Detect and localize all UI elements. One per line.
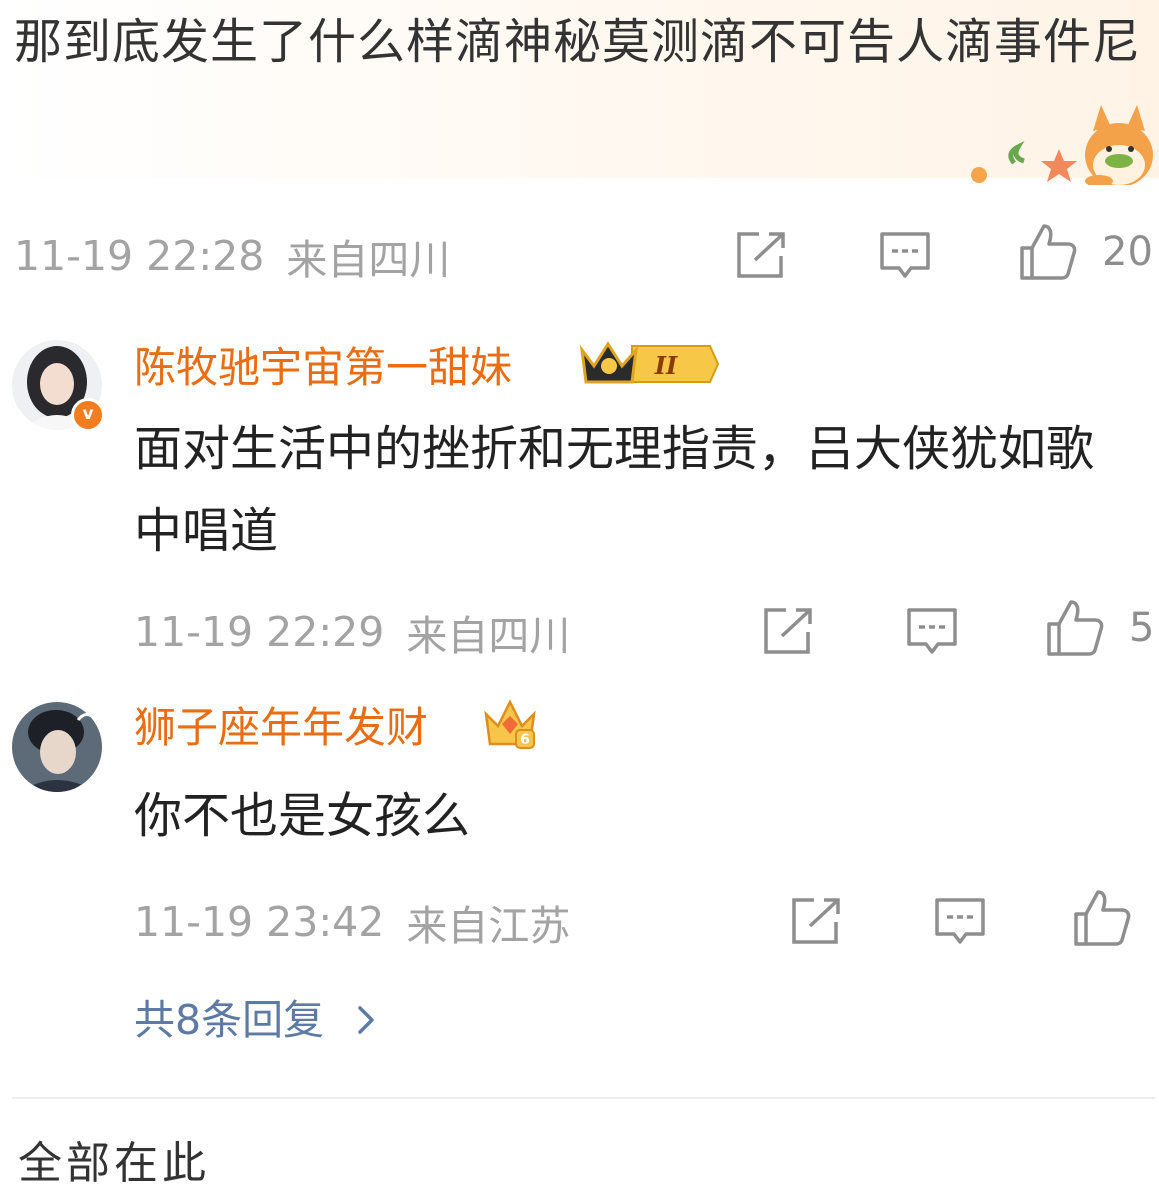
avatar-image — [12, 702, 102, 792]
crown-badge-icon: II — [578, 336, 720, 392]
share-icon — [737, 232, 785, 278]
chevron-right-icon — [358, 1006, 374, 1034]
comment-timestamp: 11-19 23:42 — [134, 898, 385, 946]
section-heading-partial: 全部在此 — [18, 1138, 210, 1189]
comment-icon — [935, 898, 985, 944]
post-comment-button[interactable] — [878, 230, 932, 282]
comment-text: 你不也是女孩么 — [134, 788, 471, 844]
comment-username[interactable]: 陈牧驰宇宙第一甜妹 — [134, 338, 512, 398]
comment-text: 面对生活中的挫折和无理指责，吕大侠犹如歌中唱道 — [134, 421, 1095, 559]
comment-icon — [907, 608, 957, 654]
like-icon — [1047, 600, 1104, 656]
view-replies-link[interactable]: 共8条回复 — [134, 990, 386, 1050]
post-share-button[interactable] — [735, 230, 789, 280]
comment-reply-button[interactable] — [933, 896, 987, 948]
replies-count-label: 共8条回复 — [134, 996, 325, 1044]
comment-icon — [880, 232, 930, 278]
comment-meta: 11-19 22:29 来自四川 — [134, 602, 570, 662]
comment-meta: 11-19 23:42 来自江苏 — [134, 892, 570, 952]
comment-like-count: 5 — [1129, 605, 1155, 651]
like-icon — [1020, 224, 1077, 280]
avatar[interactable] — [12, 702, 102, 792]
shiba-sticker-icon — [971, 105, 1153, 185]
like-icon — [1074, 890, 1131, 946]
comment-location: 来自四川 — [406, 612, 571, 660]
badge-level-text: 6 — [520, 732, 530, 748]
comment-timestamp: 11-19 22:29 — [134, 608, 385, 656]
comment-like-button[interactable] — [1072, 888, 1132, 948]
post-timestamp: 11-19 22:28 — [14, 232, 265, 280]
share-icon — [764, 608, 812, 654]
share-icon — [792, 898, 840, 944]
comment-share-button[interactable] — [790, 896, 844, 946]
comment-username[interactable]: 狮子座年年发财 — [134, 698, 428, 758]
post-text: 那到底发生了什么样滴神秘莫测滴不可告人滴事件尼 — [14, 14, 1142, 70]
comment-location: 来自江苏 — [406, 902, 571, 950]
post-content-card: 那到底发生了什么样滴神秘莫测滴不可告人滴事件尼 — [0, 0, 1159, 185]
crown-badge-icon: 6 — [482, 696, 538, 752]
comment-reply-button[interactable] — [905, 606, 959, 658]
section-divider — [12, 1097, 1155, 1099]
badge-level-text: II — [654, 351, 678, 380]
comment-like-button[interactable]: 5 — [1045, 598, 1154, 658]
post-meta: 11-19 22:28 来自四川 — [14, 226, 450, 286]
post-like-button[interactable]: 20 — [1018, 222, 1153, 282]
post-like-count: 20 — [1102, 229, 1153, 275]
comment-share-button[interactable] — [762, 606, 816, 656]
post-location: 来自四川 — [286, 236, 451, 284]
verified-badge-icon: v — [71, 398, 105, 432]
